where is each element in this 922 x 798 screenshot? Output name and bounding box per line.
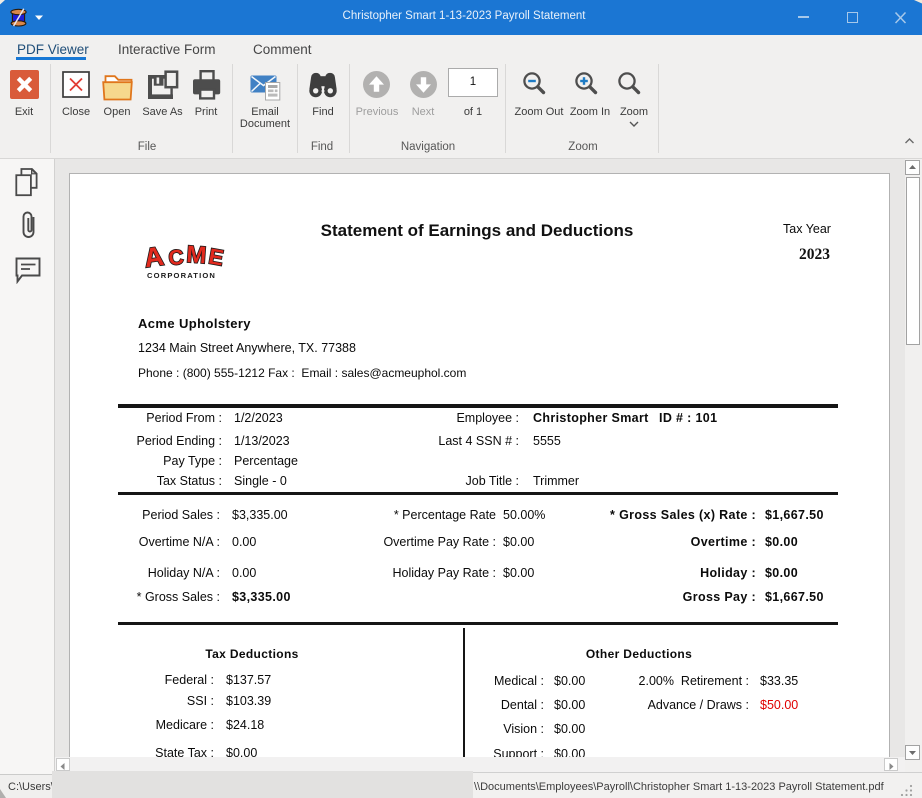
svg-text:A: A [142,241,165,273]
svg-text:CORPORATION: CORPORATION [147,271,216,280]
svg-text:C: C [168,246,185,270]
svg-text:M: M [185,241,207,269]
svg-text:E: E [207,243,226,270]
